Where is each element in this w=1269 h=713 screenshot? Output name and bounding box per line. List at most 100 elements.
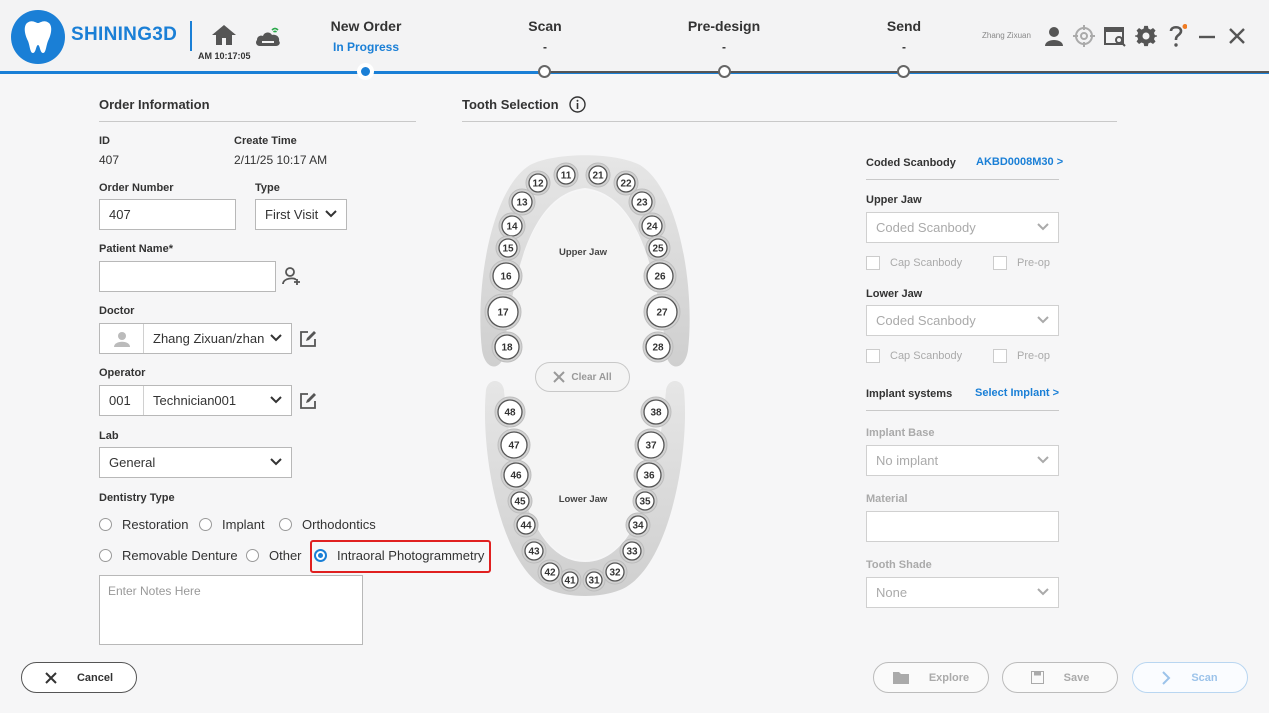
scan-button[interactable]: Scan bbox=[1132, 662, 1248, 693]
radio-removable-denture[interactable]: Removable Denture bbox=[99, 548, 238, 563]
tooth-35[interactable]: 35 bbox=[632, 488, 658, 514]
screenshot-icon[interactable] bbox=[1103, 24, 1127, 48]
operator-value: Technician001 bbox=[153, 393, 237, 408]
top-bar: SHINING3D AM 10:17:05 New Order In Progr… bbox=[0, 0, 1269, 78]
lower-jaw-select[interactable]: Coded Scanbody bbox=[866, 305, 1059, 336]
folder-icon bbox=[892, 671, 909, 684]
tooth-42[interactable]: 42 bbox=[537, 559, 563, 585]
tooth-38[interactable]: 38 bbox=[640, 396, 672, 428]
tooth-27[interactable]: 27 bbox=[643, 293, 681, 331]
order-info-title: Order Information bbox=[99, 97, 210, 112]
order-number-input[interactable]: 407 bbox=[99, 199, 236, 230]
notes-placeholder: Enter Notes Here bbox=[108, 584, 201, 598]
tooth-43[interactable]: 43 bbox=[521, 538, 547, 564]
edit-doctor-button[interactable] bbox=[299, 330, 317, 351]
chevron-down-icon bbox=[1037, 456, 1049, 464]
operator-label: Operator bbox=[99, 367, 146, 379]
tooth-44[interactable]: 44 bbox=[513, 512, 539, 538]
upper-jaw-select[interactable]: Coded Scanbody bbox=[866, 212, 1059, 243]
radio-label: Other bbox=[269, 548, 302, 563]
tooth-13[interactable]: 13 bbox=[508, 188, 536, 216]
tooth-18[interactable]: 18 bbox=[491, 331, 523, 363]
type-select[interactable]: First Visit bbox=[255, 199, 347, 230]
user-icon[interactable] bbox=[1042, 24, 1066, 48]
step-node-pre-design bbox=[718, 65, 731, 78]
upper-preop-checkbox[interactable]: Pre-op bbox=[993, 256, 1050, 270]
lower-jaw-label: Lower Jaw bbox=[866, 288, 923, 300]
tooth-31[interactable]: 31 bbox=[582, 568, 606, 592]
tooth-23[interactable]: 23 bbox=[628, 188, 656, 216]
operator-select[interactable]: 001 Technician001 bbox=[99, 385, 292, 416]
info-icon[interactable] bbox=[569, 96, 586, 116]
tooth-11[interactable]: 11 bbox=[553, 162, 579, 188]
tooth-28[interactable]: 28 bbox=[642, 331, 674, 363]
implant-base-value: No implant bbox=[876, 453, 939, 468]
tooth-14[interactable]: 14 bbox=[498, 212, 526, 240]
select-implant-link[interactable]: Select Implant > bbox=[975, 387, 1059, 399]
tooth-17[interactable]: 17 bbox=[484, 293, 522, 331]
lab-select[interactable]: General bbox=[99, 447, 292, 478]
crosshair-icon[interactable] bbox=[1072, 24, 1096, 48]
tooth-36[interactable]: 36 bbox=[633, 459, 665, 491]
tooth-33[interactable]: 33 bbox=[619, 538, 645, 564]
add-patient-button[interactable] bbox=[282, 266, 302, 289]
tooth-37[interactable]: 37 bbox=[634, 428, 668, 462]
tooth-number: 37 bbox=[645, 441, 657, 452]
lower-preop-checkbox[interactable]: Pre-op bbox=[993, 349, 1050, 363]
tooth-46[interactable]: 46 bbox=[500, 459, 532, 491]
step-pre-design: Pre-design - bbox=[654, 18, 794, 54]
edit-operator-button[interactable] bbox=[299, 392, 317, 413]
radio-other[interactable]: Other bbox=[246, 548, 302, 563]
tooth-number: 33 bbox=[626, 547, 638, 558]
cloud-wifi-icon[interactable] bbox=[254, 26, 282, 51]
tooth-25[interactable]: 25 bbox=[645, 235, 671, 261]
doctor-label: Doctor bbox=[99, 305, 135, 317]
patient-name-input[interactable] bbox=[99, 261, 276, 292]
tooth-34[interactable]: 34 bbox=[625, 512, 651, 538]
tooth-16[interactable]: 16 bbox=[489, 259, 523, 293]
tooth-number: 32 bbox=[609, 568, 621, 579]
lower-cap-scanbody-checkbox[interactable]: Cap Scanbody bbox=[866, 349, 962, 363]
radio-orthodontics[interactable]: Orthodontics bbox=[279, 517, 376, 532]
close-icon[interactable] bbox=[1225, 24, 1249, 48]
tooth-shade-select[interactable]: None bbox=[866, 577, 1059, 608]
home-button[interactable] bbox=[211, 24, 237, 49]
step-status: - bbox=[543, 40, 547, 54]
cancel-button[interactable]: Cancel bbox=[21, 662, 137, 693]
doctor-avatar bbox=[100, 324, 144, 353]
tooth-47[interactable]: 47 bbox=[497, 428, 531, 462]
radio-circle bbox=[279, 518, 292, 531]
radio-circle bbox=[246, 549, 259, 562]
help-icon[interactable] bbox=[1164, 24, 1188, 48]
radio-restoration[interactable]: Restoration bbox=[99, 517, 188, 532]
chevron-down-icon bbox=[1037, 316, 1049, 324]
order-number-value: 407 bbox=[109, 207, 131, 222]
save-button[interactable]: Save bbox=[1002, 662, 1118, 693]
material-input[interactable] bbox=[866, 511, 1059, 542]
coded-scanbody-link[interactable]: AKBD0008M30 > bbox=[976, 156, 1063, 168]
material-label: Material bbox=[866, 493, 908, 505]
step-track-current bbox=[366, 71, 544, 73]
tooth-number: 24 bbox=[646, 222, 658, 233]
step-label: Pre-design bbox=[687, 18, 761, 34]
notes-textarea[interactable]: Enter Notes Here bbox=[99, 575, 363, 645]
tooth-24[interactable]: 24 bbox=[638, 212, 666, 240]
tooth-45[interactable]: 45 bbox=[507, 488, 533, 514]
implant-base-select[interactable]: No implant bbox=[866, 445, 1059, 476]
user-name: Zhang Zixuan bbox=[982, 31, 1031, 40]
upper-cap-scanbody-checkbox[interactable]: Cap Scanbody bbox=[866, 256, 962, 270]
clear-all-button[interactable]: Clear All bbox=[535, 362, 630, 392]
tooth-number: 43 bbox=[528, 547, 540, 558]
tooth-32[interactable]: 32 bbox=[602, 559, 628, 585]
minimize-icon[interactable] bbox=[1195, 24, 1219, 48]
tooth-number: 31 bbox=[588, 576, 600, 587]
tooth-15[interactable]: 15 bbox=[495, 235, 521, 261]
step-send: Send - bbox=[834, 18, 974, 54]
settings-gear-icon[interactable] bbox=[1134, 24, 1158, 48]
radio-implant[interactable]: Implant bbox=[199, 517, 265, 532]
tooth-21[interactable]: 21 bbox=[585, 162, 611, 188]
explore-button[interactable]: Explore bbox=[873, 662, 989, 693]
doctor-select[interactable]: Zhang Zixuan/zhan bbox=[99, 323, 292, 354]
tooth-26[interactable]: 26 bbox=[643, 259, 677, 293]
tooth-48[interactable]: 48 bbox=[494, 396, 526, 428]
